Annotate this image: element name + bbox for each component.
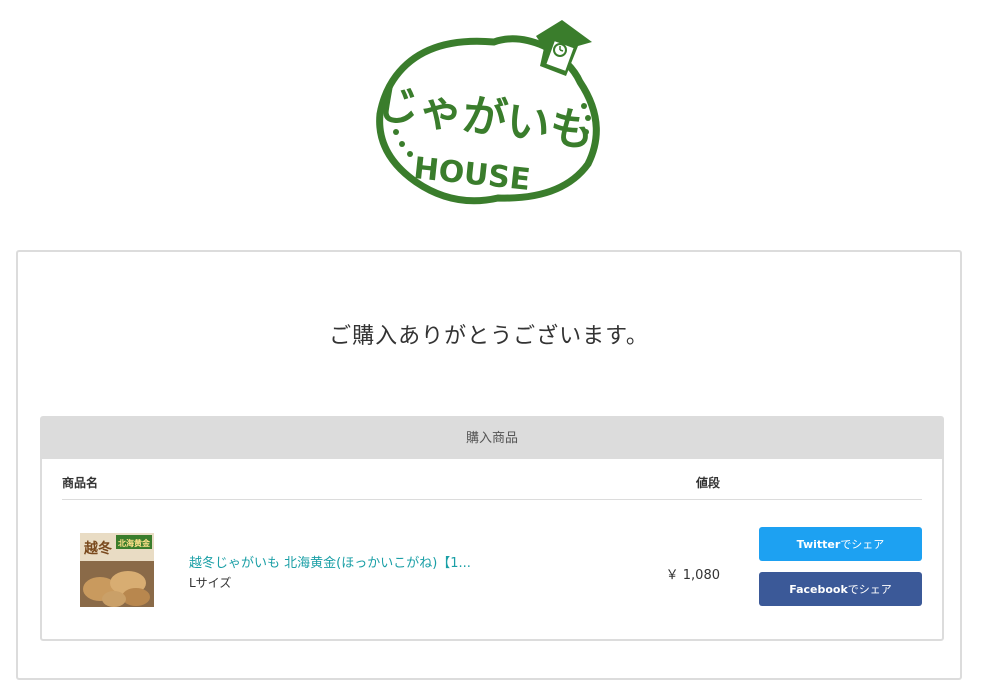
twitter-share-suffix: でシェア	[840, 538, 885, 551]
product-thumbnail[interactable]: 越冬 北海黄金	[80, 533, 154, 607]
facebook-share-button[interactable]: Facebookでシェア	[759, 572, 922, 606]
product-option: Lサイズ	[189, 576, 232, 590]
thumb-text-right: 北海黄金	[118, 538, 151, 548]
thumb-text-left: 越冬	[83, 540, 112, 557]
product-price: ￥ 1,080	[665, 568, 720, 583]
header-divider	[62, 499, 922, 500]
thanks-message: ご購入ありがとうございます。	[329, 324, 649, 349]
facebook-share-suffix: でシェア	[847, 583, 892, 596]
column-header-name: 商品名	[62, 476, 99, 490]
column-header-price: 値段	[695, 476, 720, 490]
twitter-share-button[interactable]: Twitterでシェア	[759, 527, 922, 561]
purchased-items-panel: 購入商品 商品名 値段 越冬 北海黄金 越冬じゃがいも 北海黄金(ほっかいこがね…	[40, 416, 944, 641]
twitter-share-service: Twitter	[796, 538, 841, 551]
panel-title: 購入商品	[42, 418, 942, 459]
purchase-complete-card: ご購入ありがとうございます。 購入商品 商品名 値段 越冬 北海黄金 越冬じゃが…	[16, 250, 962, 680]
jagaimo-house-logo[interactable]: じゃがいも HOUSE	[366, 14, 616, 210]
facebook-share-service: Facebook	[789, 583, 848, 596]
product-name-link[interactable]: 越冬じゃがいも 北海黄金(ほっかいこがね)【1...	[189, 552, 471, 571]
